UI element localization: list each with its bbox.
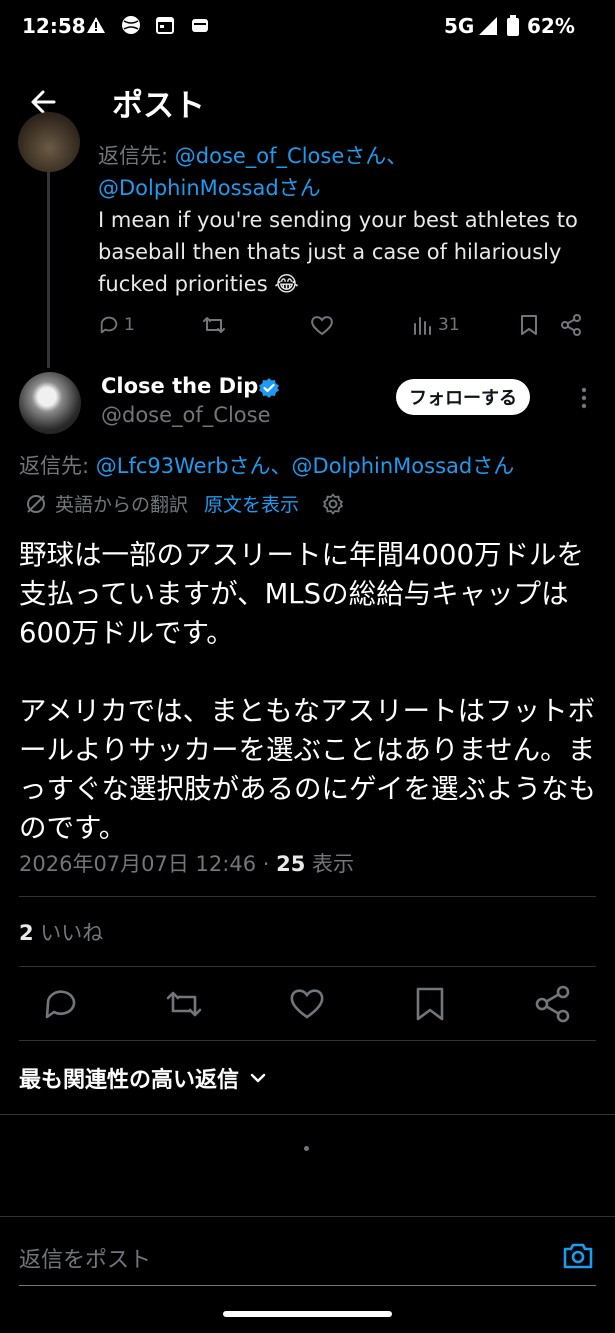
prev-post-body: I mean if you're sending your best athle… — [98, 208, 578, 296]
views-label: 表示 — [305, 852, 355, 876]
translate-icon — [25, 493, 47, 515]
likes-label: いいね — [33, 921, 104, 945]
bookmark-button[interactable] — [518, 310, 540, 340]
like-button[interactable] — [310, 310, 334, 340]
repost-icon — [202, 314, 226, 336]
reply-to-link[interactable]: @Lfc93Werbさん、@DolphinMossadさん — [96, 454, 514, 478]
show-original-link[interactable]: 原文を表示 — [204, 490, 299, 517]
follow-button[interactable]: フォローする — [396, 379, 530, 415]
prev-post-actions: 1 31 — [98, 310, 588, 342]
translation-label: 英語からの翻訳 — [55, 494, 189, 516]
reply-to: 返信先: @Lfc93Werbさん、@DolphinMossadさん — [19, 450, 599, 480]
reply-to-link[interactable]: @dose_of_Closeさん、 — [175, 144, 408, 168]
home-indicator[interactable] — [223, 1311, 392, 1317]
settings-gear-icon[interactable] — [321, 492, 345, 516]
repost-icon[interactable] — [164, 984, 204, 1024]
status-bar: 12:58 5G 62% — [0, 0, 615, 56]
author-display-name[interactable]: Close the Dip — [101, 374, 258, 398]
thread-connector-line — [47, 172, 50, 368]
wallet-icon — [190, 15, 210, 35]
reply-icon — [98, 314, 120, 336]
loading-indicator — [304, 1146, 309, 1151]
likes-summary[interactable]: 2 いいね — [19, 917, 103, 947]
reply-input-placeholder[interactable]: 返信をポスト — [19, 1242, 151, 1274]
share-button[interactable] — [560, 310, 582, 340]
warning-icon — [86, 15, 106, 35]
network-type: 5G — [444, 14, 475, 38]
translation-bar: 英語からの翻訳 原文を表示 — [25, 490, 345, 517]
reply-count: 1 — [124, 315, 135, 335]
reply-to-prefix: 返信先: — [19, 454, 96, 478]
share-icon[interactable] — [533, 984, 573, 1024]
top-bar: ポスト — [0, 60, 615, 136]
divider — [19, 1040, 596, 1041]
status-time: 12:58 — [22, 14, 86, 38]
battery-level: 62% — [527, 14, 575, 38]
prev-reply-to: 返信先: @dose_of_Closeさん、 @DolphinMossadさん — [98, 140, 578, 204]
post-meta: 2026年07月07日 12:46 · 25 表示 — [19, 848, 354, 878]
divider — [0, 1114, 615, 1115]
post-body: 野球は一部のアスリートに年間4000万ドルを支払っていますが、MLSの総給与キャ… — [19, 539, 596, 844]
views-count: 31 — [438, 315, 460, 335]
views-count: 25 — [276, 852, 306, 876]
prev-post-avatar[interactable] — [18, 112, 80, 172]
author-avatar[interactable] — [19, 372, 81, 434]
reply-to-link[interactable]: @DolphinMossadさん — [98, 172, 578, 204]
post-timestamp[interactable]: 2026年07月07日 12:46 · — [19, 852, 276, 876]
bookmark-icon — [518, 314, 540, 336]
author-handle[interactable]: @dose_of_Close — [101, 403, 271, 427]
replies-sort-label: 最も関連性の高い返信 — [19, 1068, 240, 1093]
repost-button[interactable] — [202, 310, 226, 340]
bookmark-icon[interactable] — [410, 984, 450, 1024]
bar-chart-icon — [412, 314, 434, 336]
verified-badge-icon — [258, 377, 280, 399]
likes-count: 2 — [19, 921, 34, 945]
reply-button[interactable]: 1 — [98, 310, 135, 340]
camera-icon[interactable] — [562, 1240, 594, 1272]
calendar-icon — [155, 15, 175, 35]
divider — [19, 896, 596, 897]
reply-to-prefix: 返信先: — [98, 144, 175, 168]
replies-sort-dropdown[interactable]: 最も関連性の高い返信 — [19, 1062, 267, 1094]
sports-ball-icon — [121, 15, 141, 35]
more-options-icon[interactable] — [572, 384, 596, 412]
share-icon — [560, 314, 582, 336]
divider — [19, 966, 596, 967]
heart-icon[interactable] — [287, 984, 327, 1024]
views-button[interactable]: 31 — [412, 310, 460, 340]
heart-icon — [310, 314, 334, 336]
signal-icon — [478, 16, 498, 36]
battery-icon — [506, 15, 520, 36]
page-title: ポスト — [112, 88, 205, 124]
chevron-down-icon — [249, 1069, 267, 1087]
reply-icon[interactable] — [41, 984, 81, 1024]
reply-compose-bar[interactable]: 返信をポスト — [19, 1240, 596, 1286]
divider — [0, 1216, 615, 1217]
